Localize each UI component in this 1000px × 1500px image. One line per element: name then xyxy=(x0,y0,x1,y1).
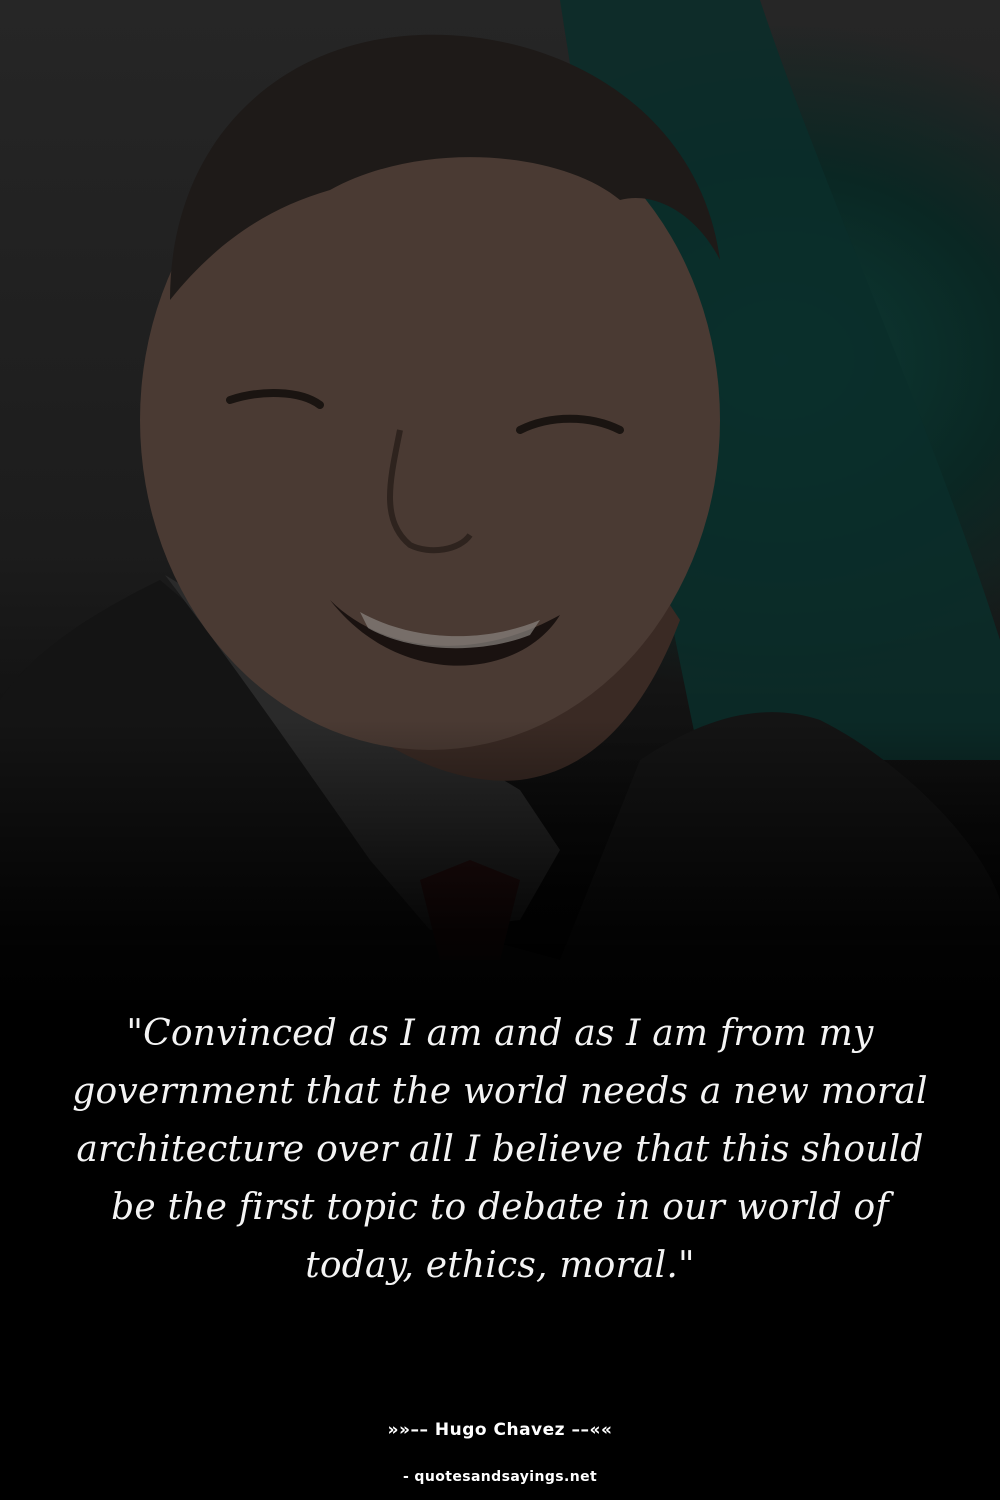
author-line: »»–– Hugo Chavez ––«« xyxy=(387,1420,613,1440)
gradient-fade xyxy=(0,720,1000,1020)
quote-poster: "Convinced as I am and as I am from my g… xyxy=(0,0,1000,1500)
quote-text: "Convinced as I am and as I am from my g… xyxy=(72,1013,928,1286)
source-credit: - quotesandsayings.net xyxy=(402,1469,598,1485)
